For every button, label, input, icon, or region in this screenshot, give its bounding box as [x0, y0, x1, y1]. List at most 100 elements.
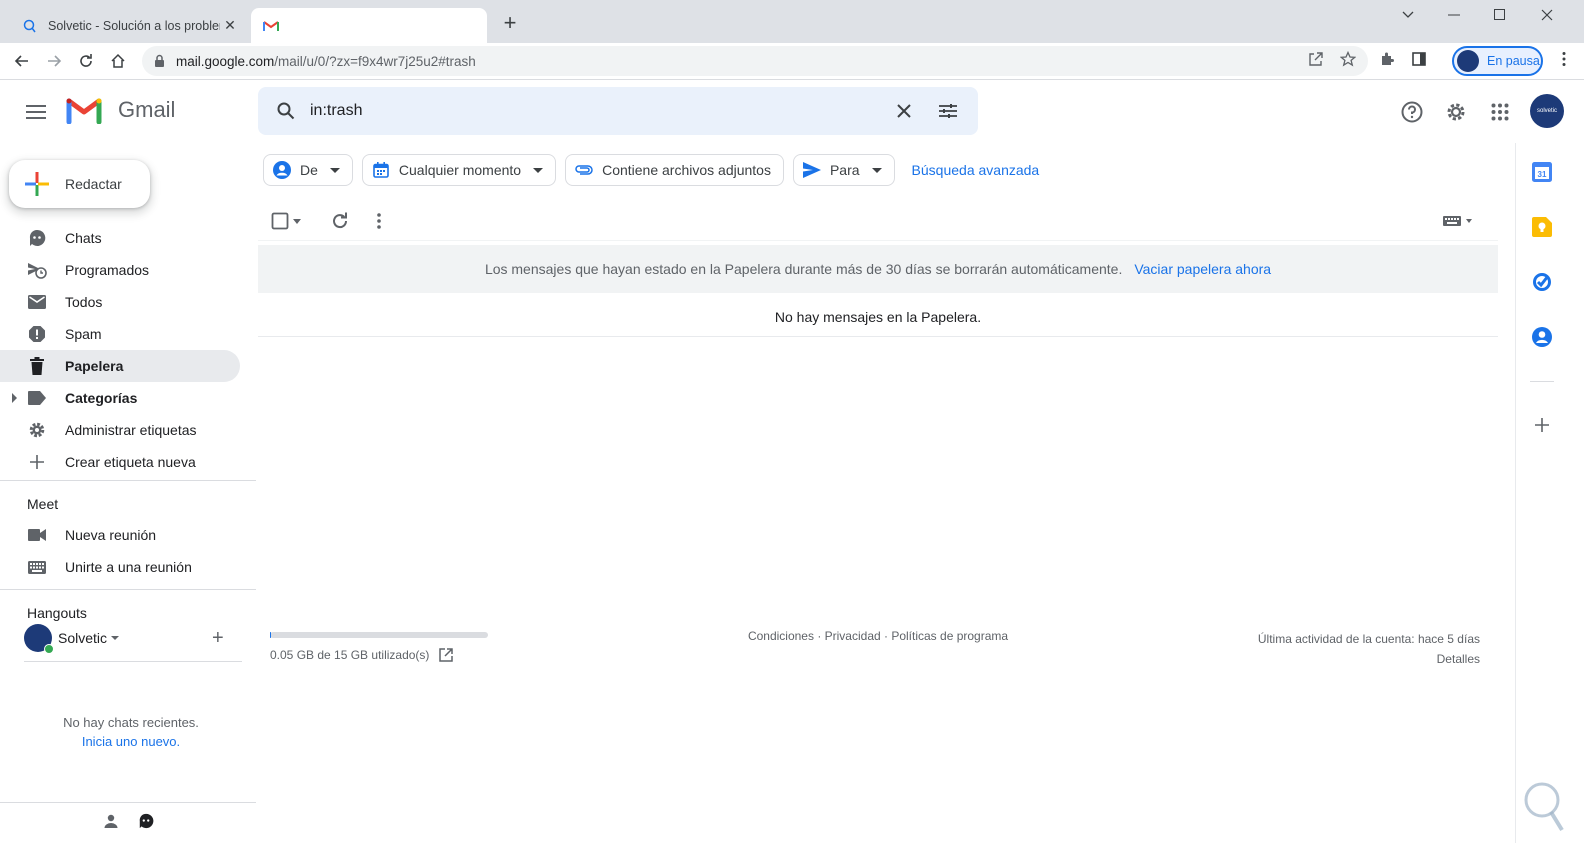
nav-item-spam[interactable]: Spam	[0, 318, 240, 350]
url-path: /mail/u/0/?zx=f9x4wr7j25u2#trash	[274, 53, 476, 69]
nav-item-categories[interactable]: Categorías	[0, 382, 240, 414]
meet-join-meeting[interactable]: Unirte a una reunión	[0, 551, 240, 583]
tab-search-icon[interactable]	[1385, 0, 1431, 30]
close-tab-icon[interactable]: ✕	[220, 17, 240, 34]
details-link[interactable]: Detalles	[1258, 649, 1480, 669]
last-activity-text: Última actividad de la cuenta: hace 5 dí…	[1257, 632, 1480, 646]
chip-any-time[interactable]: Cualquier momento	[361, 154, 557, 186]
mail-toolbar	[258, 201, 1498, 241]
chip-label: De	[300, 162, 318, 178]
tab-solvetic[interactable]: Solvetic - Solución a los problemas ✕	[10, 8, 246, 43]
nav-item-manage-labels[interactable]: Administrar etiquetas	[0, 414, 240, 446]
search-icon[interactable]	[274, 99, 298, 123]
nav-label: Chats	[65, 230, 102, 246]
gmail-header: Gmail solvetic	[0, 80, 1584, 143]
url-host: mail.google.com	[176, 53, 275, 69]
apps-grid-icon[interactable]	[1486, 98, 1514, 126]
person-circle-icon	[272, 160, 292, 180]
keep-app-icon[interactable]	[1530, 215, 1554, 239]
share-icon[interactable]	[1304, 47, 1328, 71]
account-avatar[interactable]: solvetic	[1530, 94, 1564, 128]
nav-label: Papelera	[65, 358, 124, 374]
caret-down-icon[interactable]	[111, 636, 120, 640]
hangouts-user[interactable]: Solvetic +	[24, 624, 242, 654]
open-external-icon[interactable]	[439, 648, 454, 662]
dropdown-caret-icon	[871, 167, 882, 173]
keyboard-icon	[27, 557, 47, 577]
tab-title: Solvetic - Solución a los problemas	[48, 18, 220, 33]
input-tools-keyboard-icon[interactable]	[1438, 209, 1478, 233]
search-bar[interactable]	[258, 87, 978, 135]
hangouts-avatar	[24, 624, 54, 654]
side-panel-icon[interactable]	[1407, 47, 1431, 71]
compose-button[interactable]: Redactar	[9, 160, 150, 208]
meet-new-meeting[interactable]: Nueva reunión	[0, 519, 240, 551]
nav-item-all-mail[interactable]: Todos	[0, 286, 240, 318]
contacts-app-icon[interactable]	[1530, 325, 1554, 349]
chip-label: Contiene archivos adjuntos	[602, 162, 771, 178]
nav-item-trash[interactable]: Papelera	[0, 350, 240, 382]
settings-gear-icon[interactable]	[1442, 98, 1470, 126]
scheduled-icon	[27, 260, 47, 280]
browser-toolbar: mail.google.com/mail/u/0/?zx=f9x4wr7j25u…	[0, 43, 1584, 80]
no-chats-text: No hay chats recientes.	[63, 715, 199, 730]
nav-label: Todos	[65, 294, 103, 310]
search-options-icon[interactable]	[936, 99, 960, 123]
meet-label: Nueva reunión	[65, 527, 157, 543]
clear-search-icon[interactable]	[892, 99, 916, 123]
address-bar[interactable]: mail.google.com/mail/u/0/?zx=f9x4wr7j25u…	[142, 46, 1368, 76]
extensions-icon[interactable]	[1375, 47, 1399, 71]
hangouts-chat-icon[interactable]	[134, 809, 158, 833]
profile-button[interactable]: En pausa	[1452, 46, 1543, 76]
more-options-icon[interactable]	[367, 209, 391, 233]
storage-text: 0.05 GB de 15 GB utilizado(s)	[270, 648, 430, 662]
browser-menu-icon[interactable]	[1552, 47, 1576, 71]
gear-icon	[27, 420, 47, 440]
nav-item-chats[interactable]: Chats	[0, 222, 240, 254]
nav-item-create-label[interactable]: Crear etiqueta nueva	[0, 446, 240, 478]
help-icon[interactable]	[1398, 98, 1426, 126]
add-addon-icon[interactable]	[1530, 413, 1554, 437]
new-tab-button[interactable]: +	[498, 12, 522, 36]
refresh-icon[interactable]	[328, 209, 352, 233]
hangouts-bottom-bar	[0, 802, 256, 843]
gmail-logo-icon	[66, 98, 102, 124]
select-dropdown-icon[interactable]	[290, 209, 304, 233]
home-icon[interactable]	[106, 49, 130, 73]
lock-icon[interactable]	[154, 54, 166, 68]
send-icon	[802, 160, 822, 180]
nav-label: Programados	[65, 262, 150, 278]
main-menu-icon[interactable]	[22, 98, 50, 126]
expand-arrow-icon[interactable]	[12, 393, 17, 403]
dropdown-caret-icon	[329, 167, 340, 173]
svg-text:31: 31	[1538, 170, 1547, 179]
add-chat-icon[interactable]: +	[212, 627, 224, 650]
chip-has-attachment[interactable]: Contiene archivos adjuntos	[565, 154, 784, 186]
advanced-search-link[interactable]: Búsqueda avanzada	[912, 162, 1040, 178]
tab-gmail[interactable]	[251, 8, 487, 43]
tasks-app-icon[interactable]	[1530, 270, 1554, 294]
start-new-chat-link[interactable]: Inicia uno nuevo.	[0, 732, 262, 751]
nav-divider	[0, 589, 256, 590]
contacts-person-icon[interactable]	[99, 809, 123, 833]
reload-icon[interactable]	[74, 49, 98, 73]
back-icon[interactable]	[10, 49, 34, 73]
calendar-app-icon[interactable]: 31	[1530, 160, 1554, 184]
nav-label: Categorías	[65, 390, 138, 406]
nav-item-scheduled[interactable]: Programados	[0, 254, 240, 286]
select-all-checkbox[interactable]	[268, 209, 292, 233]
empty-trash-link[interactable]: Vaciar papelera ahora	[1134, 261, 1271, 277]
gmail-logo[interactable]: Gmail	[66, 96, 175, 124]
chip-to[interactable]: Para	[792, 154, 895, 186]
label-icon	[27, 388, 47, 408]
minimize-icon[interactable]	[1431, 0, 1477, 30]
chip-from[interactable]: De	[263, 154, 353, 186]
hangouts-username: Solvetic	[58, 630, 108, 646]
search-input[interactable]	[310, 102, 870, 120]
gmail-footer: 0.05 GB de 15 GB utilizado(s) Condicione…	[258, 624, 1498, 674]
maximize-icon[interactable]	[1477, 0, 1523, 30]
forward-icon[interactable]	[42, 49, 66, 73]
browser-titlebar: Solvetic - Solución a los problemas ✕ +	[0, 0, 1584, 43]
bookmark-star-icon[interactable]	[1336, 47, 1360, 71]
close-window-icon[interactable]	[1524, 0, 1570, 30]
